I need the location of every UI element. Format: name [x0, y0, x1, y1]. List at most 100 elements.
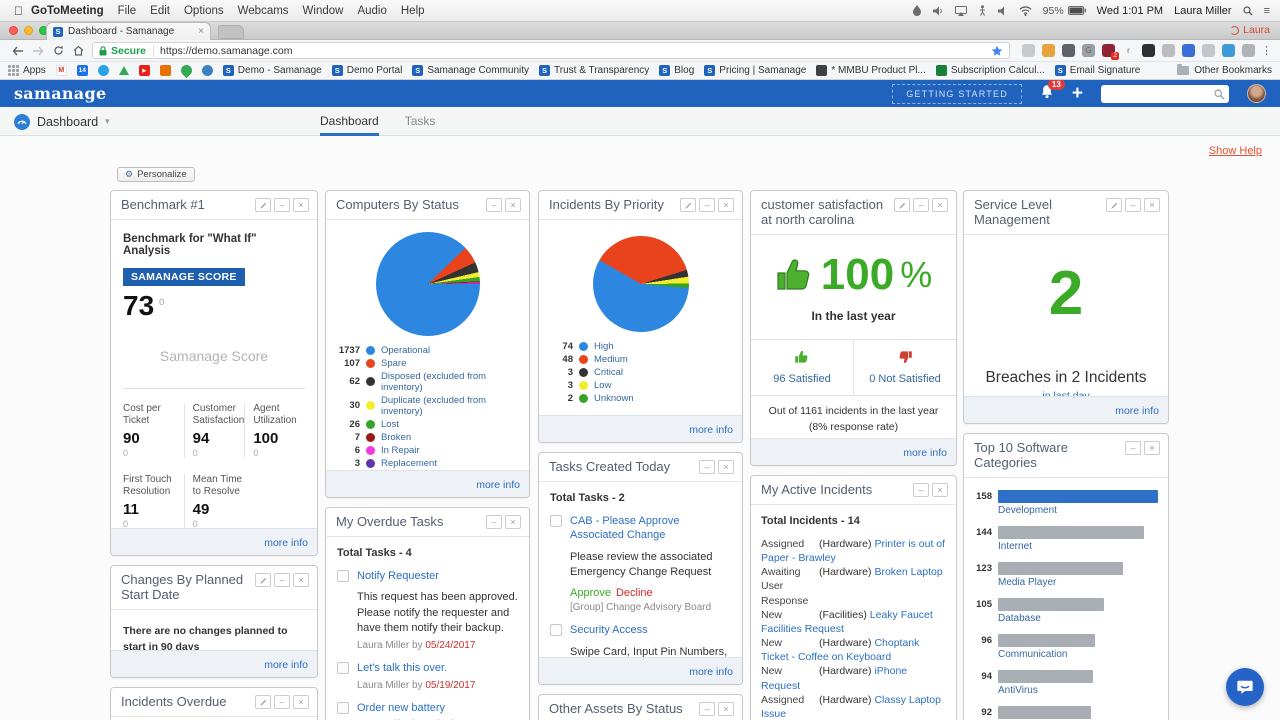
close-widget-button[interactable]: ×: [932, 483, 948, 497]
notification-center-icon[interactable]: ≡: [1264, 5, 1270, 17]
bar-category-link[interactable]: Development: [998, 505, 1158, 516]
menu-bar-user[interactable]: Laura Miller: [1174, 5, 1231, 17]
bookmark-item[interactable]: Subscription Calcul...: [936, 65, 1045, 76]
cloud-extension-icon[interactable]: [1162, 44, 1175, 57]
minimize-widget-button[interactable]: –: [913, 198, 929, 212]
bar-category-link[interactable]: Database: [998, 613, 1158, 624]
active-app-name[interactable]: GoToMeeting: [31, 5, 104, 17]
minimize-widget-button[interactable]: –: [913, 483, 929, 497]
url-text[interactable]: https://demo.samanage.com: [160, 45, 985, 57]
search-icon[interactable]: [1214, 87, 1225, 105]
reload-button[interactable]: [48, 42, 68, 60]
close-widget-button[interactable]: ×: [718, 460, 734, 474]
g-extension-icon[interactable]: G: [1082, 44, 1095, 57]
apple-menu-icon[interactable]: : [14, 4, 23, 18]
minimize-widget-button[interactable]: –: [274, 198, 290, 212]
bookmark-item[interactable]: 14: [77, 65, 88, 76]
bookmark-item[interactable]: SBlog: [659, 65, 694, 76]
other-bookmarks[interactable]: Other Bookmarks: [1177, 65, 1272, 76]
bar-category-link[interactable]: Internet: [998, 541, 1158, 552]
browser-tab[interactable]: S Dashboard - Samanage ×: [46, 22, 211, 40]
close-widget-button[interactable]: ×: [718, 198, 734, 212]
minimize-widget-button[interactable]: –: [699, 702, 715, 716]
notifications-button[interactable]: 13: [1040, 84, 1054, 104]
incidents-priority-pie-chart[interactable]: [593, 236, 689, 332]
bookmark-item[interactable]: ▶: [139, 65, 150, 76]
bookmark-item[interactable]: SDemo Portal: [332, 65, 403, 76]
bookmark-item[interactable]: [98, 65, 109, 76]
dark-square-extension-icon[interactable]: [1062, 44, 1075, 57]
getting-started-button[interactable]: GETTING STARTED: [892, 84, 1022, 104]
circle-extension-icon[interactable]: [1202, 44, 1215, 57]
minimize-widget-button[interactable]: –: [699, 198, 715, 212]
tab-dashboard[interactable]: Dashboard: [320, 107, 379, 136]
close-widget-button[interactable]: ×: [1144, 198, 1160, 212]
more-info-link[interactable]: more info: [903, 447, 947, 459]
personalize-button[interactable]: ⚙ Personalize: [117, 167, 195, 182]
task-title-link[interactable]: CAB - Please Approve Associated Change: [570, 514, 731, 543]
close-widget-button[interactable]: ×: [505, 198, 521, 212]
edit-widget-button[interactable]: [894, 198, 910, 212]
spotlight-search-icon[interactable]: [1243, 6, 1253, 16]
samanage-logo[interactable]: samanage: [14, 84, 106, 103]
show-help-link[interactable]: Show Help: [1209, 145, 1262, 157]
bar-category-link[interactable]: Media Player: [998, 577, 1158, 588]
close-widget-button[interactable]: ×: [293, 695, 309, 709]
window-close-button[interactable]: [9, 26, 18, 35]
battery-status[interactable]: 95%: [1043, 5, 1086, 17]
edit-widget-button[interactable]: [1106, 198, 1122, 212]
airplay-icon[interactable]: [955, 6, 967, 16]
volume-icon[interactable]: [933, 6, 944, 16]
incident-title-link[interactable]: Broken Laptop: [874, 566, 942, 578]
edit-widget-button[interactable]: [255, 695, 271, 709]
close-widget-button[interactable]: ×: [1144, 441, 1160, 455]
bar-category-link[interactable]: AntiVirus: [998, 685, 1158, 696]
minimize-widget-button[interactable]: –: [274, 695, 290, 709]
bar[interactable]: [998, 562, 1123, 575]
bookmark-star-icon[interactable]: [991, 45, 1003, 57]
secure-indicator[interactable]: Secure: [99, 45, 154, 57]
chat-launcher-button[interactable]: [1226, 668, 1264, 706]
speaker-icon[interactable]: [998, 6, 1008, 16]
bookmark-item[interactable]: M: [56, 65, 67, 76]
task-title-link[interactable]: Order new battery: [357, 701, 445, 715]
browser-menu-icon[interactable]: ⋮: [1261, 48, 1272, 54]
forward-button[interactable]: [28, 42, 48, 60]
accessibility-icon[interactable]: [978, 5, 987, 16]
close-widget-button[interactable]: ×: [932, 198, 948, 212]
shield-extension-icon[interactable]: [1182, 44, 1195, 57]
close-widget-button[interactable]: ×: [505, 515, 521, 529]
menu-bar-clock[interactable]: Wed 1:01 PM: [1097, 5, 1163, 17]
task-checkbox[interactable]: [550, 515, 562, 527]
chrome-wheel-extension-icon[interactable]: [1042, 44, 1055, 57]
menu-help[interactable]: Help: [401, 5, 425, 17]
target-extension-icon[interactable]: [1242, 44, 1255, 57]
bookmark-item[interactable]: [160, 65, 171, 76]
menu-audio[interactable]: Audio: [357, 5, 386, 17]
address-bar[interactable]: Secure https://demo.samanage.com: [92, 42, 1010, 59]
more-info-link[interactable]: more info: [264, 537, 308, 549]
bookmark-item[interactable]: [181, 65, 192, 76]
apps-shortcut[interactable]: Apps: [8, 65, 46, 76]
bar[interactable]: [998, 670, 1093, 683]
task-title-link[interactable]: Let's talk this over.: [357, 661, 447, 675]
tab-tasks[interactable]: Tasks: [405, 107, 436, 136]
bookmark-item[interactable]: STrust & Transparency: [539, 65, 649, 76]
shield-badge-extension-icon[interactable]: 2: [1102, 44, 1115, 57]
home-button[interactable]: [68, 42, 88, 60]
user-avatar[interactable]: [1247, 84, 1266, 103]
bookmark-item[interactable]: [119, 66, 129, 75]
menu-edit[interactable]: Edit: [150, 5, 170, 17]
snowflake-extension-icon[interactable]: [1022, 44, 1035, 57]
minimize-widget-button[interactable]: –: [1125, 441, 1141, 455]
back-button[interactable]: [8, 42, 28, 60]
bar[interactable]: [998, 634, 1095, 647]
more-info-link[interactable]: more info: [1115, 405, 1159, 417]
menu-window[interactable]: Window: [303, 5, 344, 17]
minimize-widget-button[interactable]: –: [1125, 198, 1141, 212]
close-widget-button[interactable]: ×: [293, 573, 309, 587]
task-checkbox[interactable]: [550, 624, 562, 636]
computers-status-pie-chart[interactable]: [376, 232, 480, 336]
bar[interactable]: [998, 526, 1144, 539]
menu-webcams[interactable]: Webcams: [238, 5, 289, 17]
